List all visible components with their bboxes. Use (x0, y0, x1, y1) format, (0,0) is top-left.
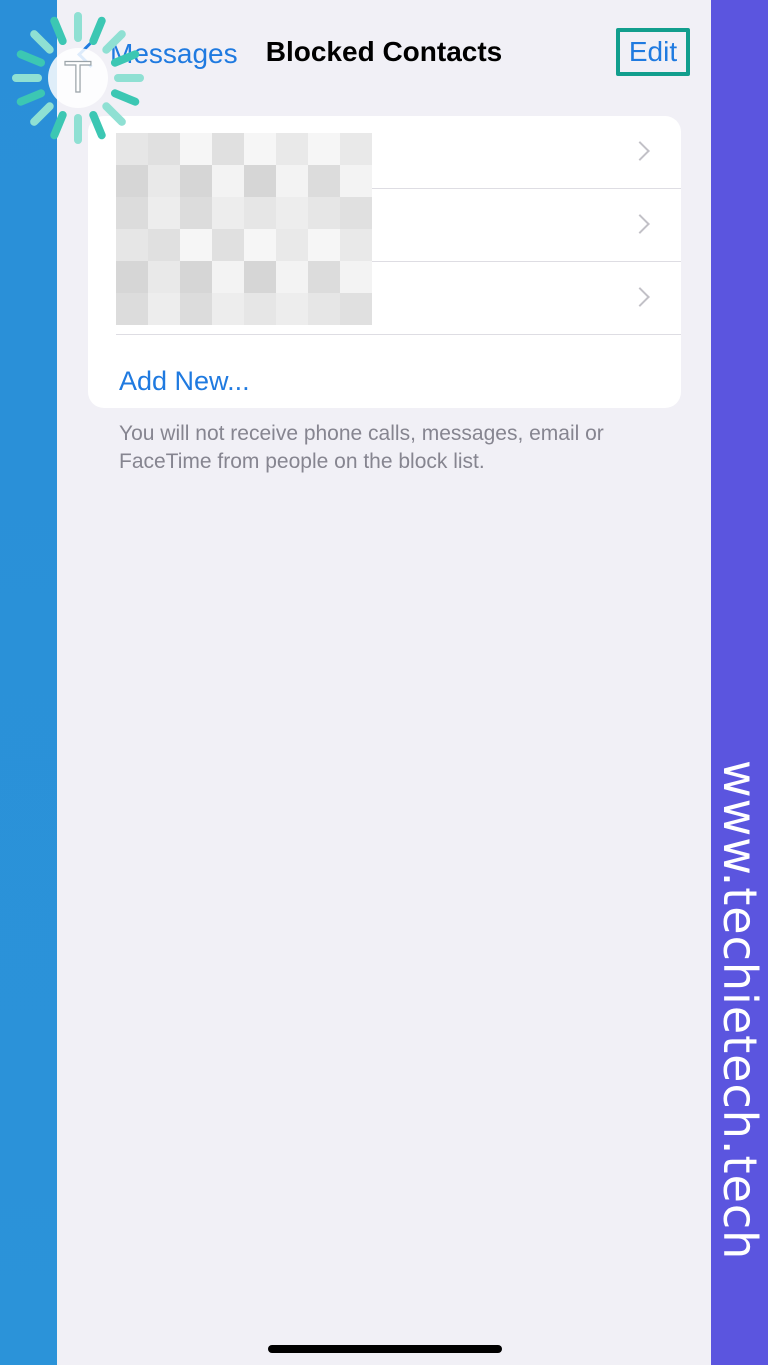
pixel-cell (180, 229, 212, 261)
pixel-cell (180, 165, 212, 197)
pixel-cell (340, 261, 372, 293)
pixel-cell (244, 165, 276, 197)
pixel-cell (244, 133, 276, 165)
pixel-cell (308, 197, 340, 229)
pixel-cell (116, 293, 148, 325)
pixel-cell (244, 197, 276, 229)
blocked-contacts-screen: Messages Blocked Contacts Edit Add New..… (57, 0, 711, 1365)
pixel-cell (148, 261, 180, 293)
add-new-button[interactable]: Add New... (119, 354, 250, 408)
pixel-cell (148, 133, 180, 165)
pixel-cell (276, 229, 308, 261)
logo-ray (16, 89, 46, 106)
pixel-cell (276, 261, 308, 293)
left-decorative-band (0, 0, 57, 1365)
pixel-cell (276, 197, 308, 229)
logo-ray (89, 110, 106, 140)
pixel-cell (308, 229, 340, 261)
logo-ray (110, 89, 140, 106)
page-title: Blocked Contacts (265, 36, 503, 67)
logo-letter: T (64, 53, 91, 102)
logo-ray (102, 30, 126, 54)
pixel-cell (308, 133, 340, 165)
techietech-logo-icon: T (12, 12, 144, 144)
pixel-cell (212, 197, 244, 229)
navigation-bar: Messages Blocked Contacts Edit (57, 0, 711, 104)
pixel-cell (212, 165, 244, 197)
pixel-cell (276, 133, 308, 165)
pixel-cell (212, 229, 244, 261)
pixel-cell (148, 165, 180, 197)
pixel-cell (212, 261, 244, 293)
pixel-cell (340, 229, 372, 261)
pixel-cell (148, 293, 180, 325)
chevron-right-icon (630, 141, 650, 161)
pixel-cell (180, 293, 212, 325)
chevron-right-icon (630, 287, 650, 307)
row-divider (116, 334, 681, 335)
logo-ray (16, 50, 46, 67)
pixel-cell (212, 293, 244, 325)
pixel-cell (116, 229, 148, 261)
pixel-cell (212, 133, 244, 165)
chevron-right-icon (630, 214, 650, 234)
logo-ray (102, 102, 126, 126)
pixel-cell (116, 261, 148, 293)
block-list-footer-note: You will not receive phone calls, messag… (119, 422, 604, 473)
pixel-cell (308, 293, 340, 325)
pixel-cell (308, 261, 340, 293)
logo-ray (110, 50, 140, 67)
pixel-cell (244, 229, 276, 261)
home-indicator (268, 1345, 502, 1353)
pixel-cell (276, 293, 308, 325)
pixel-cell (340, 293, 372, 325)
logo-ray (30, 30, 54, 54)
pixel-cell (308, 165, 340, 197)
watermark-text: www.techietech.tech (713, 760, 767, 1261)
pixel-cell (148, 197, 180, 229)
pixel-cell (180, 133, 212, 165)
pixel-cell (116, 197, 148, 229)
watermark: www.techietech.tech (711, 760, 768, 1365)
pixel-cell (180, 261, 212, 293)
logo-ray (89, 16, 106, 46)
pixel-cell (244, 261, 276, 293)
logo-ray (50, 16, 67, 46)
pixel-cell (340, 133, 372, 165)
pixel-cell (244, 293, 276, 325)
blocked-contacts-list: Add New... (88, 116, 681, 408)
pixel-cell (340, 197, 372, 229)
logo-ray (50, 110, 67, 140)
pixel-cell (340, 165, 372, 197)
pixel-cell (116, 165, 148, 197)
pixel-cell (148, 229, 180, 261)
pixel-cell (180, 197, 212, 229)
pixel-cell (276, 165, 308, 197)
logo-ray (30, 102, 54, 126)
pixelated-contact-names (116, 133, 372, 325)
edit-button[interactable]: Edit (616, 28, 690, 76)
